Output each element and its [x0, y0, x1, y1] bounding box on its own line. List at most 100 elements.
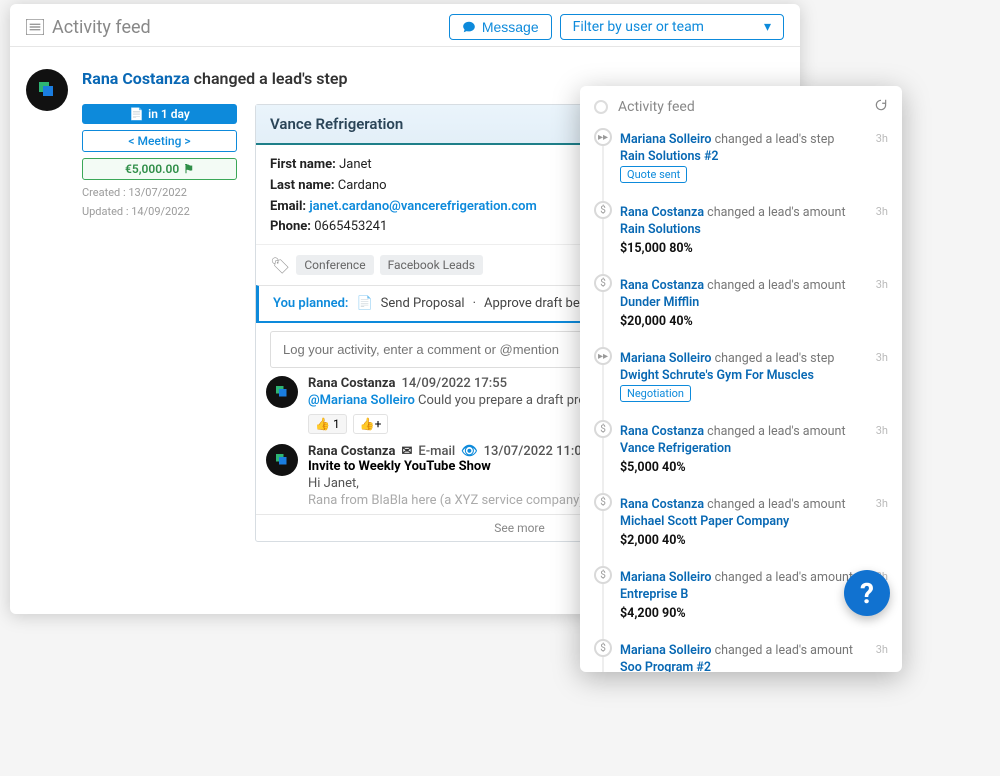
filter-label: Filter by user or team	[573, 19, 704, 35]
filter-select[interactable]: Filter by user or team ▾	[560, 14, 784, 40]
updated-text: Updated : 14/09/2022	[82, 205, 237, 218]
activity-item[interactable]: ▸▸3hMariana Solleiro changed a lead's st…	[620, 126, 888, 199]
amount-icon: $	[594, 201, 612, 219]
meeting-chip[interactable]: < Meeting >	[82, 130, 237, 152]
activity-actor[interactable]: Rana Costanza	[620, 497, 704, 512]
activity-actor[interactable]: Rana Costanza	[620, 278, 704, 293]
thread-channel: E-mail	[418, 444, 455, 459]
amount-icon: $	[594, 566, 612, 584]
activity-actor[interactable]: Mariana Solleiro	[620, 351, 711, 366]
help-icon: ?	[860, 577, 874, 610]
activity-value: $15,000 80%	[620, 241, 888, 256]
main-header: Activity feed Message Filter by user or …	[10, 4, 800, 47]
first-name-label: First name:	[270, 157, 336, 172]
thread-datetime: 13/07/2022 11:0	[484, 444, 582, 459]
chat-icon	[462, 20, 476, 34]
thread-author[interactable]: Rana Costanza	[308, 444, 396, 459]
activity-subject[interactable]: Dwight Schrute's Gym For Muscles	[620, 368, 888, 383]
activity-subject[interactable]: Michael Scott Paper Company	[620, 514, 888, 529]
avatar	[266, 444, 298, 476]
thread-author[interactable]: Rana Costanza	[308, 376, 396, 391]
separator: ·	[473, 296, 476, 311]
activity-value: $20,000 40%	[620, 314, 888, 329]
eye-icon: 👁	[461, 444, 478, 459]
amount-icon: $	[594, 639, 612, 657]
add-reaction[interactable]: 👍+	[353, 414, 389, 434]
first-name-value: Janet	[339, 157, 372, 172]
document-icon: 📄	[356, 296, 372, 311]
header-title-wrap: Activity feed	[26, 17, 151, 38]
step-chip: Quote sent	[620, 166, 687, 183]
step-chip: Negotiation	[620, 385, 691, 402]
avatar-column	[26, 69, 68, 607]
activity-item[interactable]: $3hMariana Solleiro changed a lead's amo…	[620, 637, 888, 672]
react-count: 1	[333, 417, 340, 431]
activity-subject[interactable]: Rain Solutions	[620, 222, 888, 237]
refresh-button[interactable]	[874, 98, 888, 116]
due-chip-label: in 1 day	[148, 107, 190, 121]
activity-item[interactable]: ▸▸3hMariana Solleiro changed a lead's st…	[620, 345, 888, 418]
activity-time: 3h	[876, 278, 888, 291]
email-value[interactable]: janet.cardano@vancerefrigeration.com	[309, 199, 537, 214]
activity-time: 3h	[876, 351, 888, 364]
help-fab[interactable]: ?	[844, 570, 890, 616]
amount-icon: $	[594, 274, 612, 292]
activity-subject[interactable]: Vance Refrigeration	[620, 441, 888, 456]
planned-task-1[interactable]: Send Proposal	[381, 296, 465, 311]
activity-actor[interactable]: Rana Costanza	[620, 205, 704, 220]
phone-value: 0665453241	[314, 219, 387, 234]
due-chip[interactable]: 📄 in 1 day	[82, 104, 237, 124]
created-text: Created : 13/07/2022	[82, 186, 237, 199]
envelope-icon: ✉	[402, 444, 413, 459]
event-actor[interactable]: Rana Costanza	[82, 69, 190, 88]
activity-actor[interactable]: Rana Costanza	[620, 424, 704, 439]
activity-value: $2,000 40%	[620, 533, 888, 548]
side-header: Activity feed	[594, 98, 888, 116]
avatar	[266, 376, 298, 408]
activity-actor[interactable]: Mariana Solleiro	[620, 643, 711, 658]
event-action: changed a lead's step	[190, 69, 348, 88]
meta-left: 📄 in 1 day < Meeting > €5,000.00 ⚑ Creat…	[82, 104, 237, 542]
amount-value: €5,000.00	[125, 162, 179, 176]
side-title: Activity feed	[618, 99, 695, 115]
message-button[interactable]: Message	[449, 14, 552, 40]
mention-link[interactable]: @Mariana Solleiro	[308, 393, 415, 408]
activity-subject[interactable]: Rain Solutions #2	[620, 149, 888, 164]
thread-datetime: 14/09/2022 17:55	[402, 376, 507, 391]
amount-chip: €5,000.00 ⚑	[82, 158, 237, 180]
email-label: Email:	[270, 199, 306, 214]
activity-item[interactable]: $3hRana Costanza changed a lead's amount…	[620, 199, 888, 272]
step-icon: ▸▸	[594, 347, 612, 365]
caret-down-icon: ▾	[764, 19, 771, 35]
activity-actor[interactable]: Mariana Solleiro	[620, 132, 711, 147]
planned-label: You planned:	[273, 296, 348, 311]
thumbs-up-reaction[interactable]: 👍 1	[308, 414, 347, 434]
amount-icon: $	[594, 420, 612, 438]
activity-subject[interactable]: Dunder Mifflin	[620, 295, 888, 310]
activity-actor[interactable]: Mariana Solleiro	[620, 570, 711, 585]
activity-subject[interactable]: Soo Program #2	[620, 660, 888, 672]
logo-icon	[35, 78, 59, 102]
activity-time: 3h	[876, 132, 888, 145]
activity-item[interactable]: $3hRana Costanza changed a lead's amount…	[620, 418, 888, 491]
refresh-icon	[874, 98, 888, 112]
header-actions: Message Filter by user or team ▾	[449, 14, 784, 40]
side-activity-panel: Activity feed ▸▸3hMariana Solleiro chang…	[580, 86, 902, 672]
last-name-value: Cardano	[338, 178, 387, 193]
activity-value: $4,200 90%	[620, 606, 888, 621]
activity-time: 3h	[876, 497, 888, 510]
activity-item[interactable]: $3hRana Costanza changed a lead's amount…	[620, 272, 888, 345]
activity-item[interactable]: $3hRana Costanza changed a lead's amount…	[620, 491, 888, 564]
timeline-dot-icon	[594, 100, 608, 114]
activity-time: 3h	[876, 643, 888, 656]
last-name-label: Last name:	[270, 178, 335, 193]
avatar	[26, 69, 68, 111]
phone-label: Phone:	[270, 219, 311, 234]
step-icon: ▸▸	[594, 128, 612, 146]
tag[interactable]: Facebook Leads	[380, 255, 483, 275]
tag-icon: 🏷	[270, 256, 290, 275]
activity-time: 3h	[876, 424, 888, 437]
tag[interactable]: Conference	[296, 255, 373, 275]
page-title: Activity feed	[52, 17, 151, 38]
amount-icon: $	[594, 493, 612, 511]
